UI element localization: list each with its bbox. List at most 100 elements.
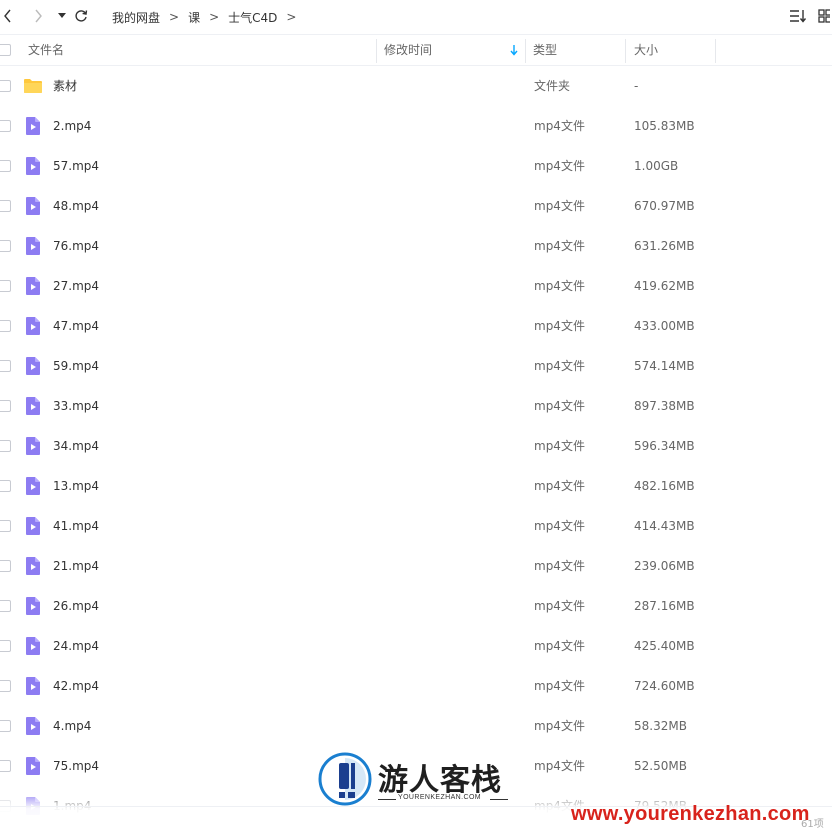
video-file-icon bbox=[23, 156, 43, 176]
file-name[interactable]: 41.mp4 bbox=[53, 506, 99, 546]
row-checkbox[interactable] bbox=[0, 120, 11, 132]
row-checkbox[interactable] bbox=[0, 80, 11, 92]
file-size: 1.00GB bbox=[634, 159, 679, 173]
file-name[interactable]: 57.mp4 bbox=[53, 146, 99, 186]
column-header-name[interactable]: 文件名 bbox=[28, 35, 64, 65]
file-name[interactable]: 33.mp4 bbox=[53, 386, 99, 426]
row-checkbox[interactable] bbox=[0, 400, 11, 412]
file-row[interactable]: 素材 文件夹 - bbox=[0, 66, 832, 106]
history-dropdown-button[interactable] bbox=[54, 8, 70, 24]
file-size: 897.38MB bbox=[634, 399, 695, 413]
sort-desc-arrow-icon[interactable] bbox=[510, 45, 518, 59]
video-file-icon bbox=[23, 356, 43, 376]
file-row[interactable]: 41.mp4 mp4文件 414.43MB bbox=[0, 506, 832, 546]
file-row[interactable]: 34.mp4 mp4文件 596.34MB bbox=[0, 426, 832, 466]
row-checkbox[interactable] bbox=[0, 680, 11, 692]
file-name[interactable]: 24.mp4 bbox=[53, 626, 99, 666]
row-checkbox[interactable] bbox=[0, 760, 11, 772]
video-file-icon bbox=[23, 276, 43, 296]
file-row[interactable]: 33.mp4 mp4文件 897.38MB bbox=[0, 386, 832, 426]
row-checkbox[interactable] bbox=[0, 280, 11, 292]
file-row[interactable]: 26.mp4 mp4文件 287.16MB bbox=[0, 586, 832, 626]
file-size: 596.34MB bbox=[634, 439, 695, 453]
file-row[interactable]: 59.mp4 mp4文件 574.14MB bbox=[0, 346, 832, 386]
file-row[interactable]: 21.mp4 mp4文件 239.06MB bbox=[0, 546, 832, 586]
row-checkbox[interactable] bbox=[0, 160, 11, 172]
column-divider[interactable] bbox=[525, 39, 526, 63]
file-name[interactable]: 47.mp4 bbox=[53, 306, 99, 346]
sort-button[interactable] bbox=[788, 8, 808, 24]
file-row[interactable]: 2.mp4 mp4文件 105.83MB bbox=[0, 106, 832, 146]
row-checkbox[interactable] bbox=[0, 480, 11, 492]
file-size: 482.16MB bbox=[634, 479, 695, 493]
file-name[interactable]: 76.mp4 bbox=[53, 226, 99, 266]
column-header: 文件名 修改时间 类型 大小 bbox=[0, 34, 832, 66]
file-name[interactable]: 27.mp4 bbox=[53, 266, 99, 306]
row-checkbox[interactable] bbox=[0, 360, 11, 372]
row-checkbox[interactable] bbox=[0, 720, 11, 732]
row-checkbox[interactable] bbox=[0, 200, 11, 212]
row-checkbox[interactable] bbox=[0, 240, 11, 252]
file-row[interactable]: 24.mp4 mp4文件 425.40MB bbox=[0, 626, 832, 666]
file-name[interactable]: 42.mp4 bbox=[53, 666, 99, 706]
file-name[interactable]: 34.mp4 bbox=[53, 426, 99, 466]
select-all-checkbox[interactable] bbox=[0, 44, 11, 56]
sort-list-icon bbox=[790, 10, 807, 23]
refresh-button[interactable] bbox=[73, 8, 89, 24]
grid-view-button[interactable] bbox=[818, 8, 832, 24]
file-name[interactable]: 素材 bbox=[53, 66, 77, 106]
row-checkbox[interactable] bbox=[0, 440, 11, 452]
video-file-icon bbox=[23, 196, 43, 216]
file-type: mp4文件 bbox=[534, 159, 585, 173]
file-type: mp4文件 bbox=[534, 399, 585, 413]
file-name[interactable]: 75.mp4 bbox=[53, 746, 99, 786]
back-button[interactable] bbox=[0, 8, 16, 24]
file-name[interactable]: 26.mp4 bbox=[53, 586, 99, 626]
file-size: 287.16MB bbox=[634, 599, 695, 613]
file-type: mp4文件 bbox=[534, 599, 585, 613]
forward-button[interactable] bbox=[30, 8, 46, 24]
refresh-icon bbox=[75, 10, 88, 22]
row-checkbox[interactable] bbox=[0, 600, 11, 612]
row-checkbox[interactable] bbox=[0, 640, 11, 652]
file-type: mp4文件 bbox=[534, 479, 585, 493]
column-header-type[interactable]: 类型 bbox=[533, 35, 557, 65]
file-size: 670.97MB bbox=[634, 199, 695, 213]
video-file-icon bbox=[23, 756, 43, 776]
video-file-icon bbox=[23, 556, 43, 576]
file-type: mp4文件 bbox=[534, 639, 585, 653]
row-checkbox[interactable] bbox=[0, 560, 11, 572]
file-type: mp4文件 bbox=[534, 119, 585, 133]
breadcrumb-item-course[interactable]: 课 bbox=[188, 9, 200, 26]
file-type: mp4文件 bbox=[534, 719, 585, 733]
column-header-modified[interactable]: 修改时间 bbox=[384, 35, 432, 65]
file-name[interactable]: 48.mp4 bbox=[53, 186, 99, 226]
file-row[interactable]: 47.mp4 mp4文件 433.00MB bbox=[0, 306, 832, 346]
file-size: 239.06MB bbox=[634, 559, 695, 573]
toolbar: 我的网盘 > 课 > 士气C4D > bbox=[0, 0, 832, 34]
file-size: 58.32MB bbox=[634, 719, 687, 733]
breadcrumb-item-root[interactable]: 我的网盘 bbox=[112, 9, 160, 26]
column-divider[interactable] bbox=[715, 39, 716, 63]
file-row[interactable]: 48.mp4 mp4文件 670.97MB bbox=[0, 186, 832, 226]
file-row[interactable]: 4.mp4 mp4文件 58.32MB bbox=[0, 706, 832, 746]
file-name[interactable]: 59.mp4 bbox=[53, 346, 99, 386]
row-checkbox[interactable] bbox=[0, 520, 11, 532]
file-name[interactable]: 4.mp4 bbox=[53, 706, 91, 746]
file-name[interactable]: 13.mp4 bbox=[53, 466, 99, 506]
breadcrumb-item-current[interactable]: 士气C4D bbox=[228, 9, 277, 26]
file-row[interactable]: 57.mp4 mp4文件 1.00GB bbox=[0, 146, 832, 186]
column-divider[interactable] bbox=[625, 39, 626, 63]
file-name[interactable]: 21.mp4 bbox=[53, 546, 99, 586]
grid-icon bbox=[818, 9, 830, 23]
file-size: 433.00MB bbox=[634, 319, 695, 333]
column-header-size[interactable]: 大小 bbox=[634, 35, 658, 65]
file-type: mp4文件 bbox=[534, 679, 585, 693]
row-checkbox[interactable] bbox=[0, 320, 11, 332]
file-row[interactable]: 76.mp4 mp4文件 631.26MB bbox=[0, 226, 832, 266]
file-row[interactable]: 42.mp4 mp4文件 724.60MB bbox=[0, 666, 832, 706]
file-name[interactable]: 2.mp4 bbox=[53, 106, 91, 146]
file-row[interactable]: 27.mp4 mp4文件 419.62MB bbox=[0, 266, 832, 306]
file-row[interactable]: 13.mp4 mp4文件 482.16MB bbox=[0, 466, 832, 506]
column-divider[interactable] bbox=[376, 39, 377, 63]
